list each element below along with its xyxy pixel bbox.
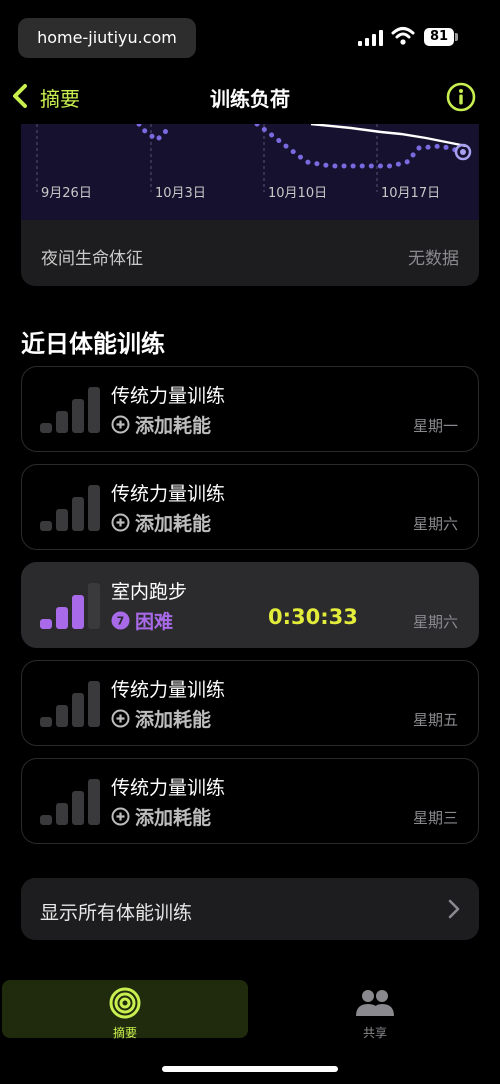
workout-card[interactable]: 室内跑步 7 困难 0:30:33 星期六 [21,562,479,648]
add-effort-button[interactable]: 添加耗能 [111,803,211,830]
vitals-label: 夜间生命体征 [41,249,143,269]
effort-bars-icon [40,387,102,433]
add-effort-label: 添加耗能 [135,513,212,535]
workout-duration: 0:30:33 [268,605,358,629]
signal-icon [358,30,384,46]
effort-score: 7 [117,615,125,628]
workout-day: 星期六 [412,515,458,533]
add-effort-label: 添加耗能 [135,807,212,829]
workout-card[interactable]: 传统力量训练 添加耗能 星期三 [21,758,479,844]
battery-icon: 81 [424,28,454,46]
tab-summary-label: 摘要 [112,1026,137,1040]
chart-x-label: 10月3日 [155,186,206,201]
home-indicator [162,1066,338,1072]
info-icon[interactable] [446,82,476,112]
workout-day: 星期五 [412,711,458,729]
tab-share-label[interactable]: 共享 [250,1024,500,1041]
effort-bars-icon [40,583,102,629]
vitals-value: 无数据 [408,249,459,269]
add-effort-label: 添加耗能 [135,415,212,437]
workout-card[interactable]: 传统力量训练 添加耗能 星期六 [21,464,479,550]
workout-name: 传统力量训练 [111,777,226,799]
workout-day: 星期三 [412,809,458,827]
plus-circle-icon [111,513,130,532]
battery-tip [455,33,458,41]
plus-circle-icon [111,709,130,728]
workout-day: 星期六 [412,613,458,631]
chart-x-label: 10月10日 [268,186,328,201]
effort-bars-icon [40,779,102,825]
add-effort-button[interactable]: 添加耗能 [111,411,211,438]
chart-x-label: 10月17日 [381,186,441,201]
page-title: 训练负荷 [210,87,290,111]
effort-label: 困难 [135,611,174,633]
back-button[interactable]: 摘要 [40,83,80,112]
add-effort-button[interactable]: 添加耗能 [111,705,211,732]
workout-name: 传统力量训练 [111,679,226,701]
chart-x-label: 9月26日 [41,186,92,201]
workout-card[interactable]: 传统力量训练 添加耗能 星期一 [21,366,479,452]
workout-name: 传统力量训练 [111,483,226,505]
plus-circle-icon [111,807,130,826]
workout-name: 传统力量训练 [111,385,226,407]
effort-bars-icon [40,485,102,531]
show-all-workouts-button[interactable]: 显示所有体能训练 [21,878,479,940]
wifi-icon [391,27,415,45]
section-title: 近日体能训练 [21,330,165,358]
chevron-left-icon[interactable] [8,82,34,110]
training-load-chart: 9月26日 10月3日 10月10日 10月17日 [21,124,479,220]
show-all-label: 显示所有体能训练 [40,902,193,924]
workout-card[interactable]: 传统力量训练 添加耗能 星期五 [21,660,479,746]
effort-badge-icon: 7 [111,611,130,630]
people-icon[interactable] [354,988,396,1018]
effort-rating: 7 困难 [111,607,173,634]
watermark-badge: home-jiutiyu.com [18,18,196,58]
activity-rings-icon [109,987,141,1019]
plus-circle-icon [111,415,130,434]
vitals-row[interactable]: 夜间生命体征 无数据 [21,220,479,286]
workout-day: 星期一 [412,417,458,435]
workout-name: 室内跑步 [111,581,188,603]
chevron-right-icon [448,899,460,919]
add-effort-label: 添加耗能 [135,709,212,731]
add-effort-button[interactable]: 添加耗能 [111,509,211,536]
effort-bars-icon [40,681,102,727]
